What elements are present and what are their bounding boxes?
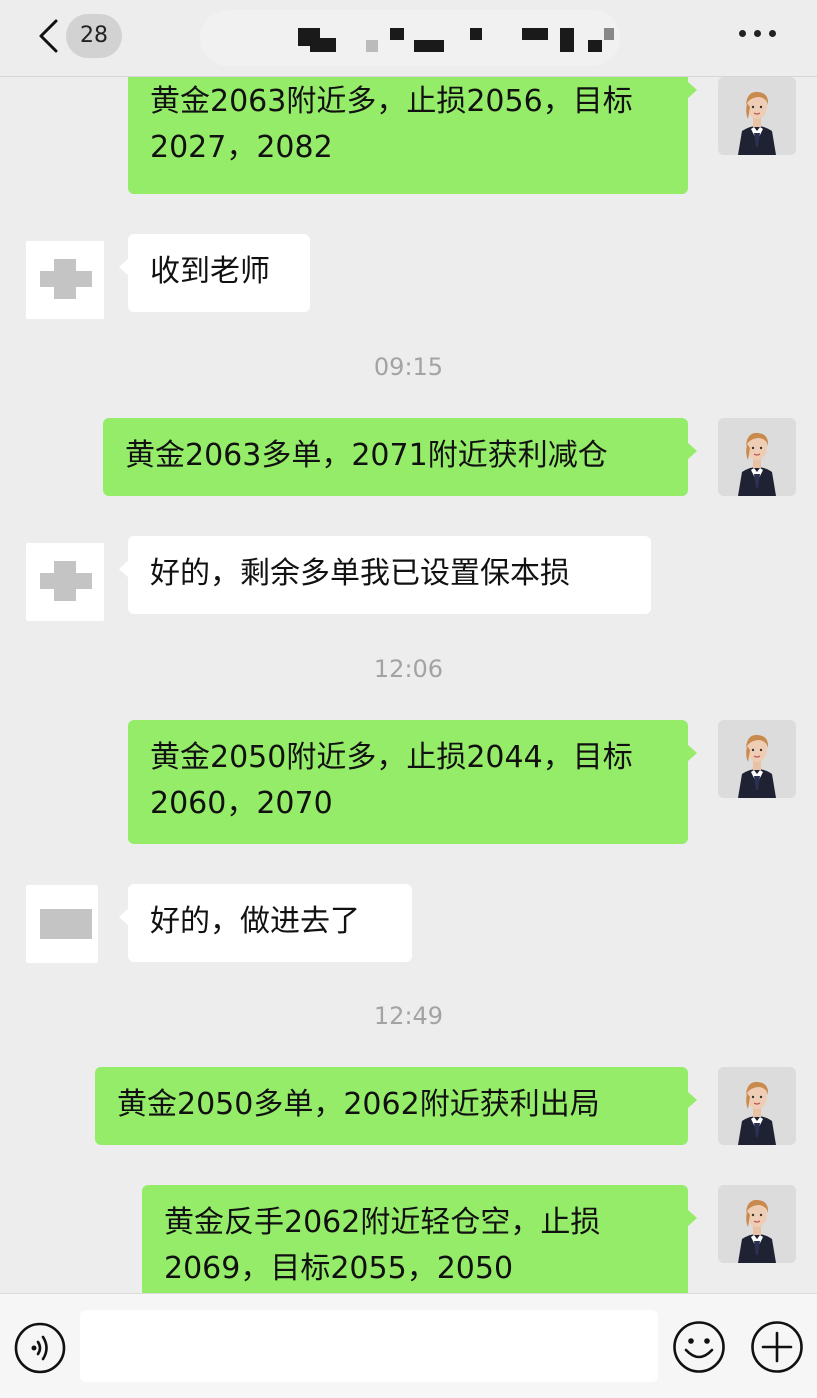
chevron-left-icon <box>39 19 58 53</box>
chat-title-redacted <box>200 10 620 66</box>
teacher-avatar[interactable] <box>718 1185 796 1263</box>
emoji-button[interactable] <box>672 1320 726 1374</box>
plus-circle-icon <box>751 1321 803 1373</box>
redacted-avatar-mosaic <box>40 903 92 943</box>
my-message-bubble[interactable]: 黄金2050附近多，止损2044，目标2060，2070 <box>128 720 697 844</box>
message-text-input[interactable] <box>80 1310 658 1382</box>
add-button[interactable] <box>750 1320 804 1374</box>
their-message-bubble[interactable]: 收到老师 <box>119 234 310 312</box>
user-avatar-redacted[interactable] <box>26 543 104 621</box>
teacher-avatar[interactable] <box>718 720 796 798</box>
user-avatar-redacted[interactable] <box>26 885 98 963</box>
their-message-bubble[interactable]: 好的，做进去了 <box>119 884 412 962</box>
unread-count-badge: 28 <box>66 14 122 58</box>
message-timestamp: 12:49 <box>373 1002 444 1030</box>
my-message-bubble[interactable]: 黄金2063多单，2071附近获利减仓 <box>103 418 697 496</box>
more-options-button[interactable] <box>733 16 783 52</box>
redacted-title-mosaic <box>248 28 614 52</box>
my-message-bubble[interactable]: 黄金2063附近多，止损2056，目标2027，2082 <box>128 77 697 194</box>
message-timestamp: 09:15 <box>373 353 444 381</box>
teacher-avatar[interactable] <box>718 77 796 155</box>
user-avatar-redacted[interactable] <box>26 241 104 319</box>
emoji-icon <box>673 1321 725 1373</box>
message-input-bar <box>0 1293 817 1398</box>
teacher-avatar[interactable] <box>718 1067 796 1145</box>
my-message-bubble[interactable]: 黄金2050多单，2062附近获利出局 <box>95 1067 697 1145</box>
voice-icon <box>14 1322 66 1374</box>
my-message-bubble[interactable]: 黄金反手2062附近轻仓空，止损2069，目标2055，2050 <box>142 1185 697 1293</box>
redacted-avatar-mosaic <box>40 259 92 299</box>
chat-header: 28 <box>0 0 817 77</box>
their-message-bubble[interactable]: 好的，剩余多单我已设置保本损 <box>119 536 651 614</box>
redacted-avatar-mosaic <box>40 561 92 601</box>
teacher-avatar[interactable] <box>718 418 796 496</box>
message-list[interactable]: 黄金2063附近多，止损2056，目标2027，2082 收到老师 09:15 … <box>0 77 817 1293</box>
back-button[interactable]: 28 <box>26 12 126 58</box>
message-timestamp: 12:06 <box>373 655 444 683</box>
voice-button[interactable] <box>14 1322 66 1374</box>
